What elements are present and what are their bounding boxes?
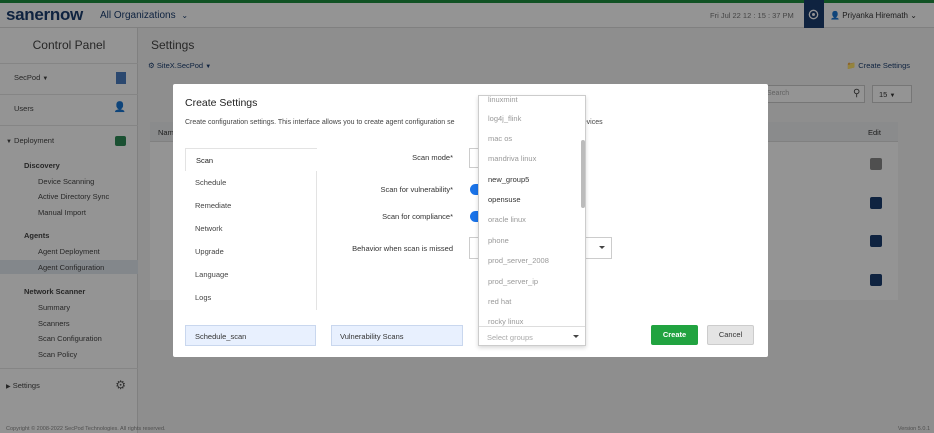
cancel-button[interactable]: Cancel <box>707 325 754 345</box>
dropdown-option[interactable]: phone <box>488 236 509 245</box>
create-button[interactable]: Create <box>651 325 698 345</box>
group-select-input[interactable]: Select groups <box>479 326 585 345</box>
dropdown-option[interactable]: rocky linux <box>488 317 523 326</box>
create-settings-modal: Create Settings Create configuration set… <box>173 84 768 357</box>
behavior-label: Behavior when scan is missed <box>352 244 453 253</box>
tab-remediate[interactable]: Remediate <box>185 194 317 217</box>
modal-title: Create Settings <box>185 97 258 109</box>
dropdown-option[interactable]: prod_server_2008 <box>488 256 549 265</box>
caret-down-icon <box>573 335 579 338</box>
dropdown-option[interactable]: log4j_flink <box>488 114 521 123</box>
tab-scan[interactable]: Scan <box>186 149 318 172</box>
dropdown-option[interactable]: oracle linux <box>488 215 526 224</box>
scan-compliance-label: Scan for compliance* <box>382 212 453 221</box>
tab-logs[interactable]: Logs <box>185 286 317 309</box>
scan-mode-label: Scan mode* <box>412 153 453 162</box>
scan-vulnerability-label: Scan for vulnerability* <box>380 185 453 194</box>
tab-schedule[interactable]: Schedule <box>185 171 317 194</box>
schedule-name-field[interactable]: Schedule_scan <box>185 325 316 346</box>
groups-dropdown[interactable]: linuxmint log4j_flink mac os mandriva li… <box>478 95 586 346</box>
tab-upgrade[interactable]: Upgrade <box>185 240 317 263</box>
dropdown-option[interactable]: opensuse <box>488 195 521 204</box>
tabs-list: Schedule Remediate Network Upgrade Langu… <box>185 171 317 310</box>
tab-language[interactable]: Language <box>185 263 317 286</box>
dropdown-option[interactable]: prod_server_ip <box>488 277 538 286</box>
dropdown-option[interactable]: linuxmint <box>488 96 518 104</box>
caret-down-icon <box>599 246 605 249</box>
dropdown-option[interactable]: mac os <box>488 134 512 143</box>
dropdown-scrollbar[interactable] <box>581 140 585 208</box>
dropdown-option[interactable]: new_group5 <box>488 175 529 184</box>
tab-network[interactable]: Network <box>185 217 317 240</box>
dropdown-option[interactable]: mandriva linux <box>488 154 536 163</box>
scan-type-field[interactable]: Vulnerability Scans <box>331 325 463 346</box>
group-select-placeholder: Select groups <box>487 333 533 342</box>
dropdown-option[interactable]: red hat <box>488 297 511 306</box>
modal-description: Create configuration settings. This inte… <box>185 119 455 126</box>
